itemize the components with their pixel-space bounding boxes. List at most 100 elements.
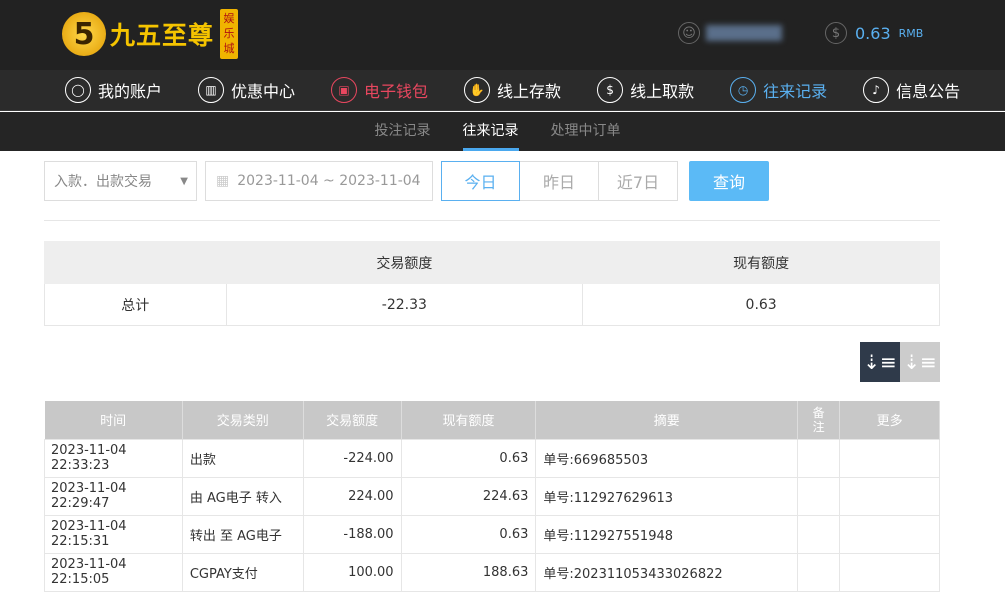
bell-icon: ♪ (863, 77, 890, 103)
table-cell: 单号:112927629613 (535, 476, 799, 516)
summary-label: 总计 (44, 283, 227, 326)
table-row: 2023-11-04 22:15:31 转出 至 AG电子 -188.00 0.63 单… (44, 514, 940, 554)
records-icon: ◷ (730, 77, 757, 103)
user-icon: ◯ (65, 77, 91, 103)
nav-my-account[interactable]: ◯ 我的账户 (65, 77, 162, 103)
column-header: 交易额度 (303, 401, 402, 439)
table-cell: 单号:669685503 (535, 438, 799, 478)
select-value: 入款．出款交易 (54, 174, 152, 190)
column-header: 时间 (44, 401, 183, 439)
table-cell: -224.00 (302, 438, 402, 478)
divider (44, 220, 940, 221)
header: 5 九五至尊 娱乐城 ☺ $ 0.63 RMB (0, 0, 1005, 70)
nav-promotions[interactable]: ▥ 优惠中心 (198, 77, 295, 103)
summary-transaction-amount: -22.33 (225, 283, 584, 326)
sort-toggle: ⇣≡ ⇣≡ (860, 342, 940, 382)
sub-nav: 投注记录 往来记录 处理中订单 (0, 112, 1005, 151)
username-blurred (706, 25, 782, 41)
query-button[interactable]: 查询 (689, 161, 769, 201)
date-range-value: 2023-11-04 ~ 2023-11-04 (237, 173, 421, 189)
nav-label: 线上取款 (630, 82, 695, 101)
table-cell (839, 438, 940, 478)
table-cell: 188.63 (400, 552, 537, 592)
balance-value: 0.63 (855, 23, 891, 43)
transactions-table: 时间 交易类别 交易额度 现有额度 摘要 备注 更多 2023-11-04 22:33:23… (44, 401, 940, 592)
table-row: 2023-11-04 22:15:05 CGPAY支付 100.00 188.63 单号… (44, 552, 940, 592)
column-header: 交易类别 (182, 401, 304, 439)
table-cell: 2023-11-04 22:15:31 (44, 514, 183, 554)
table-cell (797, 514, 841, 554)
nav-label: 信息公告 (896, 82, 961, 101)
nav-deposit[interactable]: ✋ 线上存款 (464, 77, 561, 103)
table-cell: 0.63 (400, 438, 537, 478)
nav-records[interactable]: ◷ 往来记录 (730, 77, 827, 103)
nav-label: 线上存款 (497, 82, 562, 101)
logo-badge: 娱乐城 (220, 9, 239, 59)
table-cell: 单号:112927551948 (535, 514, 799, 554)
table-cell: 2023-11-04 22:33:23 (44, 438, 183, 478)
tab-bet-records[interactable]: 投注记录 (375, 112, 431, 151)
gift-icon: ▥ (198, 77, 225, 103)
table-cell: 单号:202311053433026822 (535, 552, 799, 592)
table-cell (797, 552, 841, 592)
nav-label: 优惠中心 (231, 82, 296, 101)
table-cell: 0.63 (400, 514, 537, 554)
summary-header (44, 241, 227, 284)
column-header: 现有额度 (401, 401, 537, 439)
caret-down-icon: ▼ (180, 175, 188, 187)
main-nav: ◯ 我的账户 ▥ 优惠中心 ▣ 电子钱包 ✋ 线上存款 $ 线上取款 ◷ 往来记录 ♪ 信息公… (0, 70, 1005, 111)
column-header: 更多 (839, 401, 940, 439)
balance: $ 0.63 RMB (825, 22, 923, 44)
table-cell: 出款 (181, 438, 304, 478)
summary-header: 现有额度 (582, 241, 940, 284)
wallet-icon: ▣ (331, 77, 358, 103)
table-row: 2023-11-04 22:33:23 出款 -224.00 0.63 单号:66968… (44, 438, 940, 478)
user-info[interactable]: ☺ (678, 22, 782, 44)
sort-asc-icon[interactable]: ⇣≡ (900, 342, 940, 382)
sort-desc-icon[interactable]: ⇣≡ (860, 342, 900, 382)
table-cell (839, 514, 940, 554)
table-cell (839, 476, 940, 516)
table-row: 2023-11-04 22:29:47 由 AG电子 转入 224.00 224.63… (44, 476, 940, 516)
nav-withdraw[interactable]: $ 线上取款 (597, 77, 694, 103)
nav-label: 电子钱包 (364, 82, 429, 101)
today-button[interactable]: 今日 (441, 161, 520, 201)
table-cell: 224.63 (400, 476, 537, 516)
table-cell: 由 AG电子 转入 (181, 476, 304, 516)
tab-pending-orders[interactable]: 处理中订单 (551, 112, 621, 151)
table-cell: CGPAY支付 (181, 552, 304, 592)
dollar-icon: $ (825, 22, 847, 44)
yesterday-button[interactable]: 昨日 (520, 161, 599, 201)
tab-transactions[interactable]: 往来记录 (462, 112, 519, 151)
currency: RMB (898, 26, 924, 40)
nav-e-wallet[interactable]: ▣ 电子钱包 (331, 77, 428, 103)
logo[interactable]: 5 九五至尊 娱乐城 (62, 8, 239, 60)
logo-text: 九五至尊 (110, 21, 215, 50)
nav-label: 我的账户 (98, 82, 163, 101)
table-cell: 100.00 (302, 552, 402, 592)
summary-current-balance: 0.63 (582, 283, 940, 326)
calendar-icon: ▦ (216, 173, 230, 189)
table-cell: 224.00 (302, 476, 402, 516)
table-cell: 转出 至 AG电子 (181, 514, 304, 554)
column-header: 备注 (797, 401, 841, 439)
summary-table: 交易额度 现有额度 总计 -22.33 0.63 (44, 241, 940, 326)
table-cell (797, 438, 841, 478)
column-header: 摘要 (535, 401, 799, 439)
logo-emblem: 5 (62, 12, 106, 56)
nav-announcements[interactable]: ♪ 信息公告 (863, 77, 960, 103)
transaction-type-select[interactable]: 入款．出款交易 ▼ (44, 161, 197, 201)
summary-header: 交易额度 (225, 241, 584, 284)
deposit-icon: ✋ (464, 77, 491, 103)
table-cell (797, 476, 841, 516)
withdraw-icon: $ (597, 77, 624, 103)
nav-label: 往来记录 (763, 82, 828, 101)
last-7-days-button[interactable]: 近7日 (599, 161, 678, 201)
user-icon: ☺ (678, 22, 700, 44)
table-cell: 2023-11-04 22:15:05 (44, 552, 183, 592)
table-cell: -188.00 (302, 514, 402, 554)
table-header: 时间 交易类别 交易额度 现有额度 摘要 备注 更多 (44, 401, 940, 439)
table-cell: 2023-11-04 22:29:47 (44, 476, 183, 516)
date-range-input[interactable]: ▦ 2023-11-04 ~ 2023-11-04 (205, 161, 433, 201)
table-cell (839, 552, 940, 592)
